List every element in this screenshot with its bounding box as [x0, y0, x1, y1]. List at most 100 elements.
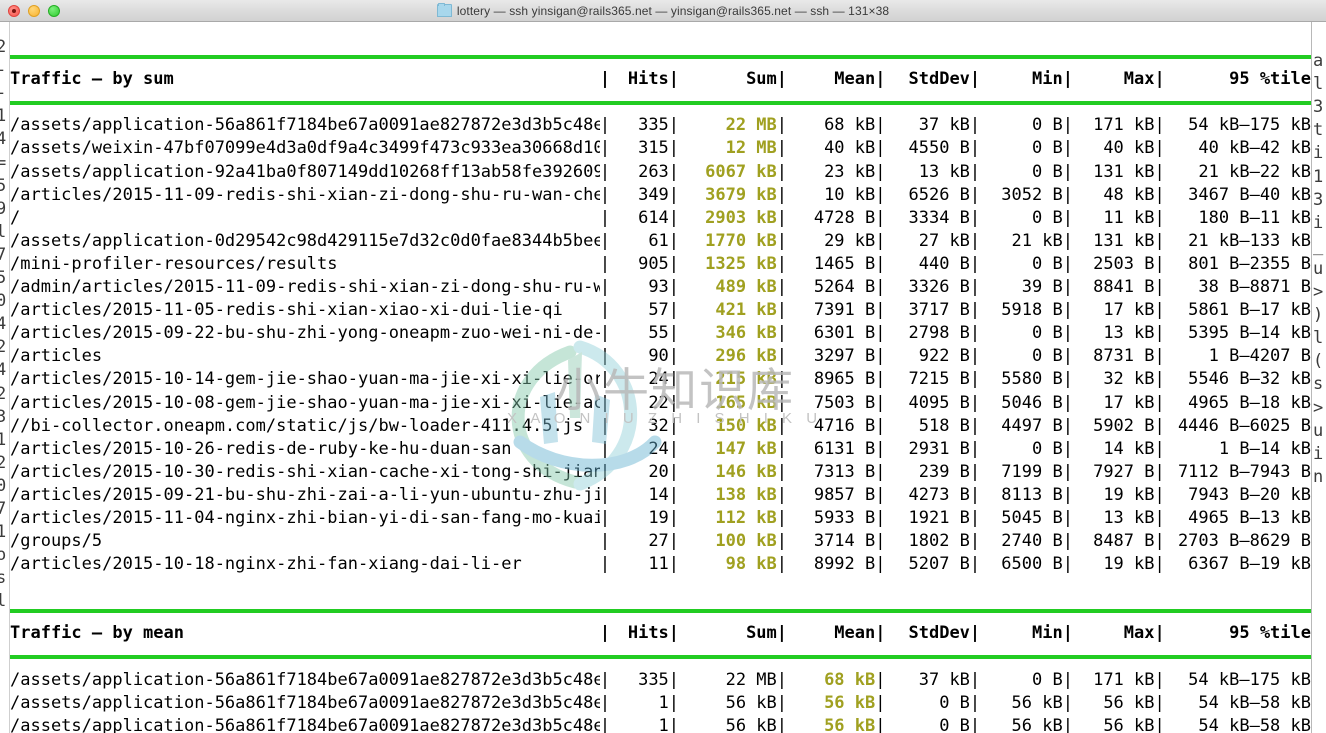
column-divider: | — [969, 438, 981, 459]
cell-stddev: 6526 B — [908, 184, 970, 205]
column-divider: | — [599, 415, 611, 436]
column-divider: | — [1062, 392, 1073, 413]
cell-stddev: 7215 B — [908, 369, 970, 390]
cell-stddev: 5207 B — [908, 554, 970, 575]
table-row: /assets/application-0d29542c98d429115e7d… — [10, 230, 1311, 253]
minimize-button[interactable] — [28, 4, 40, 17]
request-path: /assets/application-56a861f7184be67a0091… — [10, 115, 600, 136]
column-divider: | — [1154, 184, 1165, 205]
cell-stddev: 4273 B — [908, 484, 970, 505]
separator-rule — [10, 646, 1311, 669]
gutter-glyph: s — [0, 567, 6, 590]
column-divider: | — [1062, 323, 1073, 344]
table-row: / | 614 | 2903 kB | 4728 B | 3334 B | 0 B | 11 kB | 18… — [10, 207, 1311, 230]
column-divider: | — [875, 554, 886, 575]
cell-hits: 61 — [648, 230, 669, 251]
column-divider: | — [1062, 438, 1073, 459]
cell-mean: 68 kB — [824, 669, 876, 690]
cell-sum: 146 kB — [715, 461, 777, 482]
column-divider: | — [668, 277, 680, 298]
gutter-glyph: 3 — [1313, 97, 1324, 118]
cell-hits: 93 — [648, 277, 669, 298]
cell-sum: 215 kB — [715, 369, 777, 390]
cell-pct: 801 B–2355 B — [1188, 253, 1311, 274]
maximize-button[interactable] — [48, 4, 60, 17]
cell-min: 2740 B — [1001, 531, 1063, 552]
table-row: /articles/2015-11-04-nginx-zhi-bian-yi-d… — [10, 507, 1311, 530]
column-divider: | — [599, 230, 611, 251]
column-divider: | — [1062, 715, 1073, 733]
cell-sum: 6067 kB — [705, 161, 777, 182]
column-divider: | — [668, 230, 680, 251]
column-divider: | — [969, 300, 981, 321]
cell-mean: 29 kB — [824, 230, 876, 251]
cell-mean: 4716 B — [813, 415, 876, 436]
cell-min: 0 B — [1031, 115, 1063, 136]
cell-sum: 56 kB — [725, 715, 777, 733]
request-path: /articles/2015-11-09-redis-shi-xian-zi-d… — [10, 184, 600, 205]
column-divider: | — [776, 138, 788, 159]
cell-mean: 5264 B — [813, 277, 876, 298]
column-divider: | — [776, 438, 788, 459]
cell-mean: 9857 B — [813, 484, 876, 505]
cell-max: 8731 B — [1093, 346, 1155, 367]
column-divider: | — [969, 69, 981, 90]
column-divider: | — [776, 554, 788, 575]
cell-min: 0 B — [1031, 253, 1063, 274]
cell-sum: 12 MB — [725, 138, 777, 159]
column-header-sum: Sum — [746, 623, 777, 644]
cell-pct: 2703 B–8629 B — [1177, 531, 1311, 552]
column-header-pct: 95 %tile — [1229, 69, 1311, 90]
cell-stddev: 13 kB — [918, 161, 970, 182]
gutter-glyph: 4 — [0, 128, 6, 151]
terminal-screen[interactable]: Traffic — by sum | Hits | Sum | Mean | StdDev | Mi… — [10, 22, 1311, 733]
column-divider: | — [776, 115, 788, 136]
close-button[interactable] — [8, 4, 20, 17]
table-header-row: Traffic — by sum | Hits | Sum | Mean | StdDev | Mi… — [10, 68, 1311, 91]
cell-min: 56 kB — [1011, 692, 1063, 713]
column-divider: | — [599, 438, 611, 459]
cell-stddev: 4550 B — [908, 138, 970, 159]
column-divider: | — [875, 161, 886, 182]
column-divider: | — [1154, 323, 1165, 344]
column-divider: | — [668, 115, 680, 136]
column-divider: | — [1154, 554, 1165, 575]
column-divider: | — [776, 623, 788, 644]
column-header-stddev: StdDev — [908, 69, 970, 90]
terminal-window[interactable]: 2--14=59l7504242312071osl Traffic — by s… — [0, 22, 1326, 733]
column-divider: | — [1154, 69, 1165, 90]
cell-hits: 315 — [638, 138, 669, 159]
column-divider: | — [668, 415, 680, 436]
column-divider: | — [776, 531, 788, 552]
cell-min: 5918 B — [1001, 300, 1063, 321]
cell-sum: 138 kB — [715, 484, 777, 505]
section-title: Traffic — by mean — [10, 623, 184, 644]
gutter-glyph: 7 — [0, 498, 6, 521]
column-divider: | — [875, 692, 886, 713]
column-divider: | — [875, 115, 886, 136]
column-divider: | — [1062, 346, 1073, 367]
request-path: /articles/2015-10-26-redis-de-ruby-ke-hu… — [10, 438, 512, 459]
table-row: /articles/2015-10-08-gem-jie-shao-yuan-m… — [10, 392, 1311, 415]
cell-pct: 3467 B–40 kB — [1188, 184, 1311, 205]
cell-mean: 68 kB — [824, 115, 876, 136]
table-row: /assets/application-56a861f7184be67a0091… — [10, 669, 1311, 692]
table-row: /articles/2015-10-30-redis-shi-xian-cach… — [10, 461, 1311, 484]
gutter-glyph: u — [1313, 258, 1324, 279]
column-divider: | — [1154, 669, 1165, 690]
separator-rule — [10, 599, 1311, 622]
cell-sum: 296 kB — [715, 346, 777, 367]
request-path: /articles/2015-10-18-nginx-zhi-fan-xiang… — [10, 554, 522, 575]
column-divider: | — [599, 300, 611, 321]
gutter-glyph: 0 — [0, 290, 6, 313]
gutter-glyph: = — [0, 152, 6, 175]
column-divider: | — [1154, 346, 1165, 367]
column-divider: | — [599, 369, 611, 390]
column-divider: | — [599, 161, 611, 182]
column-divider: | — [1154, 715, 1165, 733]
cell-mean: 56 kB — [824, 715, 876, 733]
column-divider: | — [668, 484, 680, 505]
gutter-glyph: l — [0, 590, 6, 613]
column-divider: | — [875, 277, 886, 298]
cell-sum: 421 kB — [715, 300, 777, 321]
